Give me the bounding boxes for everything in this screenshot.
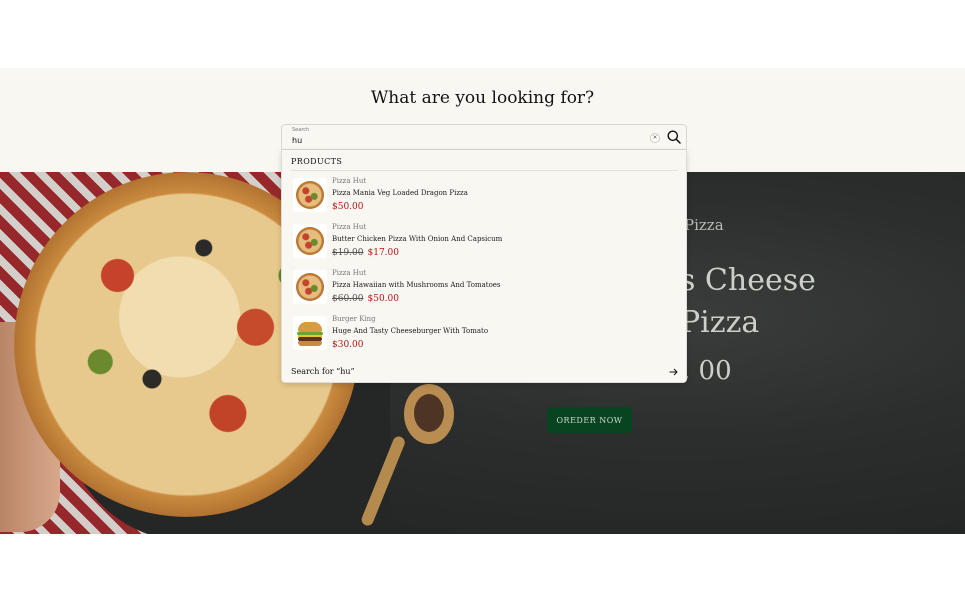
hero-title-line1: s Cheese <box>680 263 816 298</box>
search-input[interactable]: Search hu × <box>281 124 687 150</box>
hero-price: , 00 <box>682 356 732 386</box>
hero-title: s Cheese Pizza <box>680 260 816 344</box>
search-icon[interactable] <box>667 130 681 144</box>
search-value[interactable]: hu <box>292 136 302 145</box>
product-name[interactable]: Pizza Hawaiian with Mushrooms And Tomato… <box>332 281 501 289</box>
price-current: $17.00 <box>367 248 400 258</box>
product-brand: Pizza Hut <box>332 223 367 231</box>
product-thumbnail <box>293 224 327 258</box>
product-price: $60.00 $50.00 <box>332 294 399 304</box>
burger-thumbnail-image <box>298 322 322 332</box>
product-brand: Burger King <box>332 315 376 323</box>
product-result[interactable]: Pizza Hut Pizza Mania Veg Loaded Dragon … <box>291 174 678 218</box>
pizza-thumbnail-image <box>296 273 324 301</box>
product-thumbnail <box>293 316 327 350</box>
search-results-dropdown: PRODUCTS Pizza Hut Pizza Mania Veg Loade… <box>281 150 687 383</box>
search-all-link[interactable]: Search for “hu” <box>291 365 678 379</box>
product-result[interactable]: Pizza Hut Pizza Hawaiian with Mushrooms … <box>291 266 678 310</box>
price-original: $60.00 <box>332 294 364 304</box>
clear-search-button[interactable]: × <box>650 133 660 143</box>
product-thumbnail <box>293 178 327 212</box>
pizza-thumbnail-image <box>296 181 324 209</box>
product-name[interactable]: Huge And Tasty Cheeseburger With Tomato <box>332 327 488 335</box>
arrow-right-icon[interactable] <box>669 368 678 376</box>
hero-subtitle: Pizza <box>684 216 724 234</box>
products-heading: PRODUCTS <box>291 157 343 166</box>
divider <box>291 170 678 171</box>
search-heading: What are you looking for? <box>370 88 595 108</box>
price-current: $50.00 <box>332 202 364 212</box>
price-original: $19.00 <box>332 248 364 258</box>
price-current: $30.00 <box>332 340 364 350</box>
pizza-thumbnail-image <box>296 227 324 255</box>
product-name[interactable]: Butter Chicken Pizza With Onion And Caps… <box>332 235 502 243</box>
search-all-label[interactable]: Search for “hu” <box>291 367 355 376</box>
order-now-button[interactable]: OREDER NOW <box>547 407 632 433</box>
price-current: $50.00 <box>367 294 400 304</box>
product-price: $30.00 <box>332 340 364 350</box>
hero-title-line2: Pizza <box>680 305 760 340</box>
product-result[interactable]: Pizza Hut Butter Chicken Pizza With Onio… <box>291 220 678 264</box>
product-name[interactable]: Pizza Mania Veg Loaded Dragon Pizza <box>332 189 468 197</box>
product-price: $19.00 $17.00 <box>332 248 399 258</box>
product-brand: Pizza Hut <box>332 177 367 185</box>
product-thumbnail <box>293 270 327 304</box>
product-brand: Pizza Hut <box>332 269 367 277</box>
product-result[interactable]: Burger King Huge And Tasty Cheeseburger … <box>291 312 678 356</box>
product-price: $50.00 <box>332 202 364 212</box>
search-label: Search <box>292 127 310 133</box>
